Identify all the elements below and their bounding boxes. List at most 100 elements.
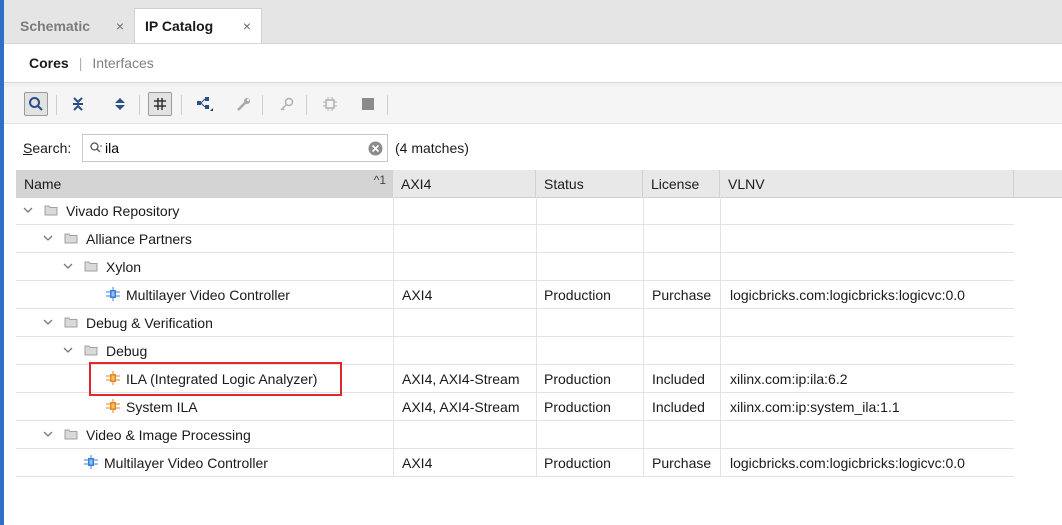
column-divider [720,197,721,224]
row-name: ILA (Integrated Logic Analyzer) [126,370,318,387]
column-divider [720,337,721,364]
toolbar-separator [56,95,57,115]
search-label-mnemonic: S [23,140,33,156]
column-divider [536,365,537,392]
column-divider [393,365,394,392]
flatten-hierarchy-button[interactable] [148,92,172,116]
expand-all-icon [115,98,125,110]
subtab-interfaces[interactable]: Interfaces [92,55,153,71]
match-count: (4 matches) [395,140,469,156]
row-axi4: AXI4 [402,286,433,303]
tree-folder-row[interactable]: Video & Image Processing [16,421,1014,449]
column-header-vlnv[interactable]: VLNV [720,170,1014,197]
table-row[interactable]: Multilayer Video Controller AXI4 Productio… [16,281,1014,309]
row-name: Alliance Partners [86,230,192,247]
tab-label: IP Catalog [145,18,214,34]
key-icon [280,97,294,111]
column-header-name[interactable]: Name ^1 [16,170,393,197]
row-status: Production [544,286,611,303]
column-divider [720,225,721,252]
clear-search-icon[interactable] [368,141,383,156]
column-label: VLNV [728,175,765,192]
close-icon[interactable]: × [116,18,124,34]
chevron-down-icon[interactable] [42,316,54,328]
ip-core-icon [106,287,120,301]
toolbar-separator [306,95,307,115]
column-divider [720,449,721,476]
column-divider [536,337,537,364]
tab-label: Schematic [20,17,91,34]
search-field[interactable] [82,134,388,162]
tab-ip-catalog[interactable]: IP Catalog × [134,8,262,43]
row-name: System ILA [126,398,198,415]
stop-icon [362,98,374,110]
column-divider [643,197,644,224]
table-row[interactable]: Multilayer Video Controller AXI4 Productio… [16,449,1014,477]
row-vlnv: xilinx.com:ip:ila:6.2 [730,370,848,387]
row-license: Purchase [652,454,712,471]
row-vlnv: xilinx.com:ip:system_ila:1.1 [730,398,900,415]
column-header-status[interactable]: Status [536,170,643,197]
column-divider [720,421,721,448]
column-divider [393,197,394,224]
column-divider [720,393,721,420]
chevron-down-icon[interactable] [62,260,74,272]
wrench-icon [237,98,250,111]
sub-tab-bar: Cores | Interfaces [4,44,1062,82]
column-divider [536,225,537,252]
wrench-button[interactable] [232,92,256,116]
search-button[interactable] [24,92,48,116]
chevron-down-icon[interactable] [42,232,54,244]
column-divider [643,365,644,392]
search-input[interactable] [105,138,355,158]
toolbar-separator [387,95,388,115]
row-vlnv: logicbricks.com:logicbricks:logicvc:0.0 [730,454,965,471]
tree-folder-row[interactable]: Xylon [16,253,1014,281]
subtab-separator: | [78,55,83,71]
chevron-down-icon[interactable] [62,344,74,356]
tree-folder-row[interactable]: Vivado Repository [16,197,1014,225]
row-name: Vivado Repository [66,202,180,219]
folder-icon [64,317,78,328]
column-divider [720,253,721,280]
toolbar-separator [139,95,140,115]
stop-button[interactable] [356,92,380,116]
chip-button[interactable] [318,92,342,116]
tree-folder-row[interactable]: Debug & Verification [16,309,1014,337]
subtab-cores[interactable]: Cores [29,55,69,71]
column-divider [643,309,644,336]
chevron-down-icon[interactable] [42,428,54,440]
expand-all-button[interactable] [108,92,132,116]
ip-core-icon [84,455,98,469]
column-divider [536,421,537,448]
column-divider [536,309,537,336]
column-divider [643,421,644,448]
row-license: Included [652,370,705,387]
table-row[interactable]: ILA (Integrated Logic Analyzer) AXI4, AXI… [16,365,1014,393]
column-header-axi4[interactable]: AXI4 [393,170,536,197]
chevron-down-icon[interactable] [22,204,34,216]
hierarchy-button[interactable] [193,92,217,116]
row-name: Xylon [106,258,142,275]
column-divider [643,337,644,364]
collapse-all-icon [73,97,83,111]
key-button[interactable] [275,92,299,116]
sort-ascending-icon: ^1 [373,173,386,187]
collapse-all-button[interactable] [66,92,90,116]
close-icon[interactable]: × [243,18,251,34]
tree-folder-row[interactable]: Alliance Partners [16,225,1014,253]
row-axi4: AXI4, AXI4-Stream [402,370,520,387]
row-name: Video & Image Processing [86,426,251,443]
chip-icon [323,97,337,111]
tree-folder-row[interactable]: Debug [16,337,1014,365]
table-row[interactable]: System ILA AXI4, AXI4-Stream Production Inc… [16,393,1014,421]
column-header-license[interactable]: License [643,170,720,197]
tab-schematic[interactable]: Schematic × [10,8,134,43]
folder-icon [44,205,58,216]
column-label: License [651,175,700,192]
toolbar [4,87,1062,124]
column-divider [643,253,644,280]
search-label-text: earch: [32,140,72,156]
column-divider [643,393,644,420]
column-divider [643,449,644,476]
